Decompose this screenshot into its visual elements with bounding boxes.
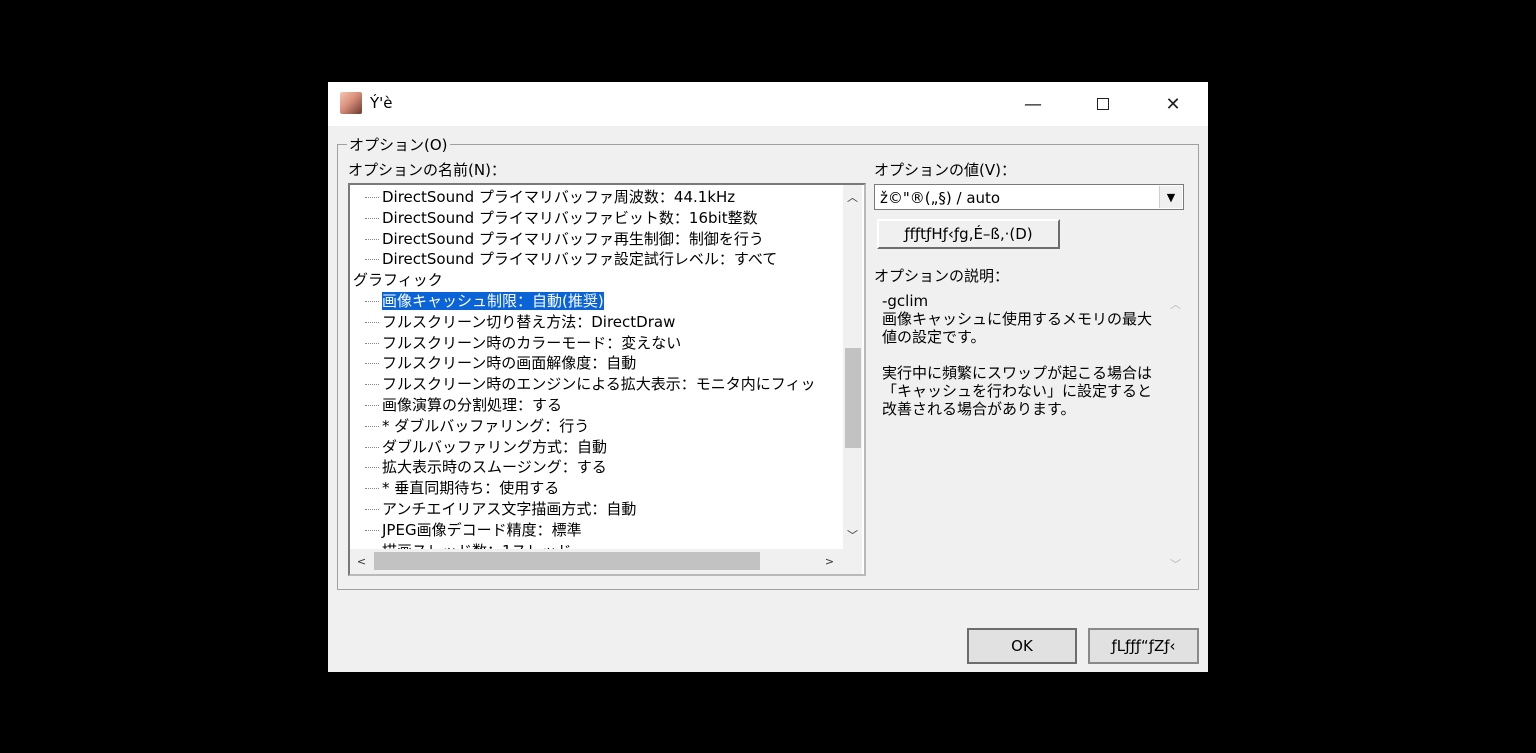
tree-horizontal-scroll-thumb[interactable] bbox=[374, 552, 760, 570]
tree-connector bbox=[365, 342, 379, 344]
restore-default-button[interactable]: ƒfƒtƒHƒ‹ƒg‚É–ß‚·(D) bbox=[877, 219, 1060, 249]
ok-label: OK bbox=[1011, 637, 1033, 655]
tree-item-label: DirectSound プライマリバッファビット数：16bit整数 bbox=[382, 208, 758, 227]
minimize-icon: — bbox=[1024, 93, 1042, 115]
cancel-label: ƒLƒƒƒ“ƒZƒ‹ bbox=[1111, 637, 1176, 655]
tree-item[interactable]: DirectSound プライマリバッファ再生制御：制御を行う bbox=[365, 229, 764, 249]
scrollbar-corner bbox=[843, 549, 862, 574]
maximize-icon bbox=[1097, 98, 1109, 110]
tree-item[interactable]: DirectSound プライマリバッファ設定試行レベル：すべて bbox=[365, 249, 777, 269]
tree-item-label: DirectSound プライマリバッファ周波数：44.1kHz bbox=[382, 188, 736, 206]
tree-item[interactable]: JPEG画像デコード精度：標準 bbox=[365, 520, 582, 540]
tree-item-label: 拡大表示時のスムージング：する bbox=[382, 458, 607, 477]
tree-connector bbox=[365, 529, 379, 531]
tree-item[interactable]: 拡大表示時のスムージング：する bbox=[365, 457, 607, 477]
tree-connector bbox=[365, 488, 379, 490]
scroll-left-icon[interactable]: < bbox=[352, 552, 371, 571]
option-description-text: -gclim 画像キャッシュに使用するメモリの最大値の設定です。 実行中に頻繁に… bbox=[882, 292, 1153, 418]
app-icon bbox=[340, 92, 362, 114]
option-value-select[interactable]: ž©"®(„§) / auto ▼ bbox=[874, 184, 1184, 210]
cancel-button[interactable]: ƒLƒƒƒ“ƒZƒ‹ bbox=[1088, 628, 1199, 664]
ok-button[interactable]: OK bbox=[967, 628, 1077, 664]
tree-vertical-scrollbar[interactable]: ︿ ﹀ bbox=[843, 185, 862, 549]
description-scrollbar[interactable]: ︿ ﹀ bbox=[1166, 286, 1185, 575]
tree-item-label: * 垂直同期待ち：使用する bbox=[382, 479, 560, 498]
tree-item[interactable]: フルスクリーン時のエンジンによる拡大表示：モニタ内にフィッ bbox=[365, 374, 816, 394]
tree-item-label: 描画スレッド数：1スレッド bbox=[382, 542, 572, 549]
tree-item-label: フルスクリーン切り替え方法：DirectDraw bbox=[382, 312, 676, 331]
tree-item[interactable]: アンチエイリアス文字描画方式：自動 bbox=[365, 499, 636, 519]
tree-connector bbox=[365, 467, 379, 469]
minimize-button[interactable]: — bbox=[998, 82, 1068, 126]
tree-connector bbox=[365, 425, 379, 427]
option-tree[interactable]: DirectSound プライマリバッファ周波数：44.1kHz DirectSo… bbox=[348, 183, 866, 576]
tree-item[interactable]: 描画スレッド数：1スレッド bbox=[365, 541, 572, 549]
tree-item[interactable]: 画像キャッシュ制限：自動(推奨) bbox=[365, 291, 605, 311]
tree-connector bbox=[365, 238, 379, 240]
maximize-button[interactable] bbox=[1068, 82, 1138, 126]
options-group-legend: オプション(O) bbox=[347, 134, 450, 155]
tree-connector bbox=[365, 259, 379, 261]
tree-item[interactable]: 画像演算の分割処理：する bbox=[365, 395, 562, 415]
tree-item-label: フルスクリーン時のカラーモード：変えない bbox=[382, 333, 682, 352]
tree-item[interactable]: DirectSound プライマリバッファ周波数：44.1kHz bbox=[365, 187, 735, 207]
tree-connector bbox=[365, 509, 379, 510]
tree-item[interactable]: * 垂直同期待ち：使用する bbox=[365, 478, 559, 498]
tree-item[interactable]: * ダブルバッファリング：行う bbox=[365, 416, 589, 436]
option-value-label: オプションの値(V)： bbox=[874, 161, 1016, 179]
tree-item-label: グラフィック bbox=[353, 271, 443, 290]
scroll-right-icon[interactable]: > bbox=[820, 552, 839, 571]
tree-item[interactable]: フルスクリーン切り替え方法：DirectDraw bbox=[365, 312, 675, 332]
tree-connector bbox=[365, 217, 379, 219]
tree-horizontal-scrollbar[interactable]: < > bbox=[350, 549, 843, 574]
close-button[interactable]: ✕ bbox=[1138, 82, 1208, 126]
tree-item-label: 画像演算の分割処理：する bbox=[382, 396, 563, 414]
options-dialog: Ý'è — ✕ オプション(O) オプションの名前(N)： オプションの値(V)… bbox=[328, 82, 1208, 672]
option-description-box: -gclim 画像キャッシュに使用するメモリの最大値の設定です。 実行中に頻繁に… bbox=[874, 286, 1185, 575]
tree-connector bbox=[365, 197, 379, 198]
tree-item[interactable]: フルスクリーン時の画面解像度：自動 bbox=[365, 353, 636, 373]
tree-item-label: JPEG画像デコード精度：標準 bbox=[382, 520, 582, 539]
tree-connector bbox=[365, 301, 379, 302]
tree-category[interactable]: グラフィック bbox=[353, 270, 443, 290]
tree-item-label: DirectSound プライマリバッファ再生制御：制御を行う bbox=[382, 229, 764, 248]
tree-connector bbox=[365, 363, 379, 365]
tree-item[interactable]: ダブルバッファリング方式：自動 bbox=[365, 437, 607, 457]
tree-item-label: フルスクリーン時のエンジンによる拡大表示：モニタ内にフィッ bbox=[382, 375, 816, 394]
title-bar[interactable]: Ý'è — ✕ bbox=[328, 82, 1208, 126]
description-scroll-down-icon[interactable]: ﹀ bbox=[1166, 554, 1185, 573]
option-tree-items: DirectSound プライマリバッファ周波数：44.1kHz DirectSo… bbox=[350, 185, 843, 549]
tree-connector bbox=[365, 384, 379, 386]
tree-connector bbox=[365, 446, 379, 448]
option-description-label: オプションの説明： bbox=[874, 267, 1010, 285]
tree-item[interactable]: フルスクリーン時のカラーモード：変えない bbox=[365, 333, 681, 353]
tree-connector bbox=[365, 405, 379, 406]
tree-item-label: * ダブルバッファリング：行う bbox=[382, 416, 590, 435]
tree-item-label: フルスクリーン時の画面解像度：自動 bbox=[382, 354, 637, 373]
tree-item-label: 画像キャッシュ制限：自動(推奨) bbox=[381, 291, 605, 311]
chevron-down-icon[interactable]: ▼ bbox=[1159, 186, 1182, 208]
restore-default-label: ƒfƒtƒHƒ‹ƒg‚É–ß‚·(D) bbox=[904, 225, 1033, 243]
tree-item[interactable]: DirectSound プライマリバッファビット数：16bit整数 bbox=[365, 208, 758, 228]
description-scroll-up-icon[interactable]: ︿ bbox=[1166, 294, 1185, 313]
close-icon: ✕ bbox=[1165, 93, 1181, 115]
scroll-up-icon[interactable]: ︿ bbox=[843, 187, 862, 206]
option-value-selected: ž©"®(„§) / auto bbox=[880, 189, 1001, 207]
window-title: Ý'è bbox=[370, 94, 393, 112]
scroll-down-icon[interactable]: ﹀ bbox=[843, 525, 862, 544]
tree-item-label: アンチエイリアス文字描画方式：自動 bbox=[382, 500, 637, 518]
tree-connector bbox=[365, 321, 379, 323]
tree-item-label: DirectSound プライマリバッファ設定試行レベル：すべて bbox=[382, 250, 778, 269]
tree-vertical-scroll-thumb[interactable] bbox=[845, 348, 861, 448]
option-names-label: オプションの名前(N)： bbox=[348, 161, 506, 179]
tree-item-label: ダブルバッファリング方式：自動 bbox=[382, 437, 608, 456]
